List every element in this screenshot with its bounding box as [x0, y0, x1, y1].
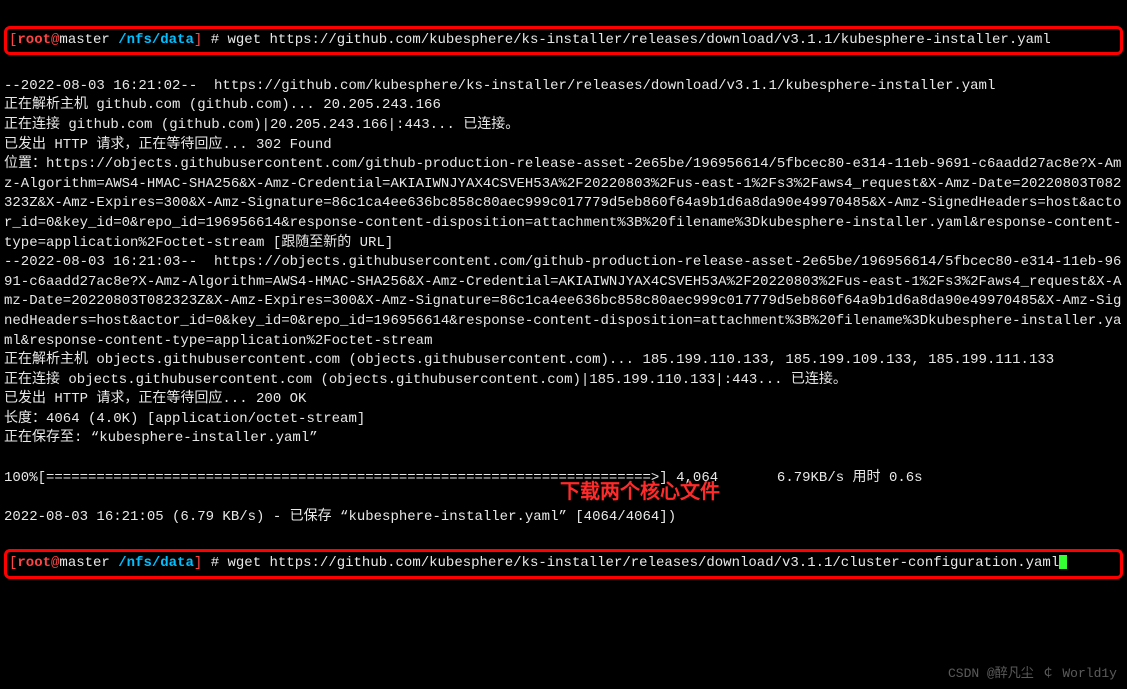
command-highlight-1: [root@master /nfs/data] # wget https://g…	[4, 26, 1123, 56]
prompt-path: /nfs/data	[118, 555, 194, 571]
prompt-host: master	[59, 32, 109, 48]
output-line: 2022-08-03 16:21:05 (6.79 KB/s) - 已保存 “k…	[4, 509, 676, 525]
prompt-host: master	[59, 555, 109, 571]
terminal[interactable]: [root@master /nfs/data] # wget https://g…	[0, 0, 1127, 604]
prompt-user: root	[17, 555, 51, 571]
prompt-hash: #	[211, 555, 219, 571]
output-line: 正在解析主机 github.com (github.com)... 20.205…	[4, 97, 441, 113]
output-line: 长度：4064 (4.0K) [application/octet-stream…	[4, 411, 365, 427]
output-line: 已发出 HTTP 请求，正在等待回应... 200 OK	[4, 391, 306, 407]
prompt-path: /nfs/data	[118, 32, 194, 48]
command-1: wget https://github.com/kubesphere/ks-in…	[228, 32, 1051, 48]
prompt-close-bracket: ]	[194, 32, 202, 48]
output-line: 已发出 HTTP 请求，正在等待回应... 302 Found	[4, 137, 332, 153]
output-line: 正在保存至: “kubesphere-installer.yaml”	[4, 430, 318, 446]
output-line: 正在连接 github.com (github.com)|20.205.243.…	[4, 117, 519, 133]
output-line: --2022-08-03 16:21:03-- https://objects.…	[4, 254, 1121, 348]
command-highlight-2: [root@master /nfs/data] # wget https://g…	[4, 549, 1123, 579]
cursor-icon	[1059, 555, 1067, 569]
watermark-label: CSDN @醉凡尘 ￠ World1y	[948, 665, 1117, 683]
output-line: 正在连接 objects.githubusercontent.com (obje…	[4, 372, 847, 388]
progress-bar-line: 100%[===================================…	[4, 470, 923, 486]
prompt-user: root	[17, 32, 51, 48]
output-line: 位置：https://objects.githubusercontent.com…	[4, 156, 1121, 250]
command-2: wget https://github.com/kubesphere/ks-in…	[228, 555, 1060, 571]
output-line: --2022-08-03 16:21:02-- https://github.c…	[4, 78, 995, 94]
prompt-close-bracket: ]	[194, 555, 202, 571]
output-line: 正在解析主机 objects.githubusercontent.com (ob…	[4, 352, 1054, 368]
prompt-hash: #	[211, 32, 219, 48]
